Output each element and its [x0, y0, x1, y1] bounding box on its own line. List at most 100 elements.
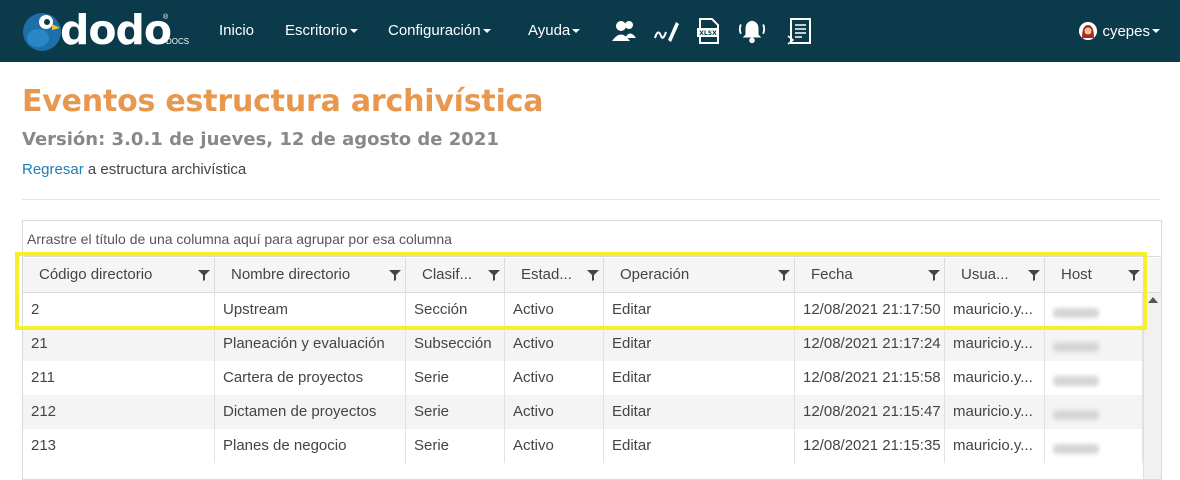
cell-host-redacted [1045, 429, 1143, 463]
cell-host-redacted [1045, 327, 1143, 361]
column-header-host[interactable]: Host [1045, 258, 1145, 293]
filter-icon[interactable] [198, 269, 210, 281]
cell-operacion: Editar [604, 327, 795, 361]
cell-clasificacion: Serie [406, 361, 505, 395]
nav-configuracion-label: Configuración [388, 22, 481, 39]
cell-estado: Activo [505, 293, 604, 327]
column-header-label: Fecha [811, 266, 853, 283]
column-header-operacion[interactable]: Operación [604, 258, 795, 293]
cell-codigo: 212 [23, 395, 215, 429]
column-header-label: Clasif... [422, 266, 473, 283]
cell-estado: Activo [505, 361, 604, 395]
divider [22, 199, 1160, 200]
table-row[interactable]: 212 Dictamen de proyectos Serie Activo E… [23, 395, 1143, 429]
bell-icon[interactable] [738, 16, 766, 46]
column-header-label: Host [1061, 266, 1092, 283]
cell-fecha: 12/08/2021 21:15:35 [795, 429, 945, 463]
logo-subtext: DOCS [166, 37, 190, 46]
column-header-fecha[interactable]: Fecha [795, 258, 945, 293]
vertical-scrollbar[interactable] [1143, 293, 1161, 479]
cell-host-redacted [1045, 361, 1143, 395]
nav-escritorio-dropdown[interactable]: Escritorio [285, 22, 358, 39]
xlsx-file-icon[interactable]: XLSX [694, 16, 722, 46]
cell-codigo: 21 [23, 327, 215, 361]
chevron-down-icon [482, 29, 491, 34]
column-header-estado[interactable]: Estad... [505, 258, 604, 293]
back-link[interactable]: Regresar [22, 161, 84, 178]
user-name: cyepes [1102, 22, 1150, 40]
signature-icon[interactable] [652, 16, 680, 46]
cell-clasificacion: Serie [406, 429, 505, 463]
cell-estado: Activo [505, 327, 604, 361]
column-header-clasificacion[interactable]: Clasif... [406, 258, 505, 293]
cell-fecha: 12/08/2021 21:17:50 [795, 293, 945, 327]
cell-host-redacted [1045, 293, 1143, 327]
scroll-up-arrow-icon[interactable] [1148, 297, 1158, 303]
document-list-icon[interactable] [786, 16, 814, 46]
column-header-usuario[interactable]: Usua... [945, 258, 1045, 293]
version-subtitle: Versión: 3.0.1 de jueves, 12 de agosto d… [22, 129, 499, 150]
dodo-docs-logo[interactable]: dodo ® DOCS [22, 6, 192, 56]
column-header-codigo[interactable]: Código directorio [23, 258, 215, 293]
avatar [1079, 22, 1098, 40]
table-row[interactable]: 213 Planes de negocio Serie Activo Edita… [23, 429, 1143, 463]
logo-registered: ® [163, 14, 169, 21]
cell-fecha: 12/08/2021 21:15:58 [795, 361, 945, 395]
table-row[interactable]: 2 Upstream Sección Activo Editar 12/08/2… [23, 293, 1143, 327]
filter-icon[interactable] [488, 269, 500, 281]
column-header-label: Operación [620, 266, 690, 283]
cell-nombre: Planeación y evaluación [215, 327, 406, 361]
nav-inicio-label: Inicio [219, 22, 255, 39]
chevron-down-icon [572, 29, 581, 34]
cell-codigo: 2 [23, 293, 215, 327]
cell-estado: Activo [505, 429, 604, 463]
group-by-panel[interactable]: Arrastre el título de una columna aquí p… [23, 221, 1161, 257]
column-header-label: Nombre directorio [231, 266, 351, 283]
back-line: Regresar a estructura archivística [22, 161, 246, 178]
back-line-text: a estructura archivística [83, 161, 247, 178]
cell-operacion: Editar [604, 293, 795, 327]
user-menu-dropdown[interactable]: cyepes [1079, 22, 1160, 40]
cell-codigo: 213 [23, 429, 215, 463]
nav-ayuda-dropdown[interactable]: Ayuda [528, 22, 581, 39]
cell-fecha: 12/08/2021 21:15:47 [795, 395, 945, 429]
cell-operacion: Editar [604, 429, 795, 463]
filter-icon[interactable] [587, 269, 599, 281]
cell-usuario: mauricio.y... [945, 395, 1045, 429]
cell-usuario: mauricio.y... [945, 327, 1045, 361]
svg-text:XLSX: XLSX [699, 30, 717, 37]
table-row[interactable]: 21 Planeación y evaluación Subsección Ac… [23, 327, 1143, 361]
nav-inicio[interactable]: Inicio [219, 22, 254, 39]
chevron-down-icon [349, 29, 358, 34]
top-navbar: dodo ® DOCS Inicio Escritorio Configurac… [0, 0, 1180, 62]
cell-estado: Activo [505, 395, 604, 429]
filter-icon[interactable] [1128, 269, 1140, 281]
cell-fecha: 12/08/2021 21:17:24 [795, 327, 945, 361]
cell-clasificacion: Serie [406, 395, 505, 429]
cell-host-redacted [1045, 395, 1143, 429]
cell-nombre: Planes de negocio [215, 429, 406, 463]
cell-operacion: Editar [604, 395, 795, 429]
cell-usuario: mauricio.y... [945, 429, 1045, 463]
dodo-bird-icon [23, 13, 61, 51]
filter-icon[interactable] [928, 269, 940, 281]
filter-icon[interactable] [778, 269, 790, 281]
events-grid: Arrastre el título de una columna aquí p… [22, 220, 1162, 480]
column-header-label: Código directorio [39, 266, 153, 283]
logo-text: dodo [60, 6, 172, 54]
filter-icon[interactable] [1028, 269, 1040, 281]
cell-clasificacion: Sección [406, 293, 505, 327]
filter-icon[interactable] [389, 269, 401, 281]
users-icon[interactable] [610, 16, 638, 46]
cell-usuario: mauricio.y... [945, 361, 1045, 395]
nav-configuracion-dropdown[interactable]: Configuración [388, 22, 491, 39]
cell-operacion: Editar [604, 361, 795, 395]
table-row[interactable]: 211 Cartera de proyectos Serie Activo Ed… [23, 361, 1143, 395]
cell-usuario: mauricio.y... [945, 293, 1045, 327]
column-header-nombre[interactable]: Nombre directorio [215, 258, 406, 293]
cell-codigo: 211 [23, 361, 215, 395]
cell-nombre: Upstream [215, 293, 406, 327]
cell-nombre: Cartera de proyectos [215, 361, 406, 395]
page-title: Eventos estructura archivística [22, 84, 544, 119]
cell-nombre: Dictamen de proyectos [215, 395, 406, 429]
